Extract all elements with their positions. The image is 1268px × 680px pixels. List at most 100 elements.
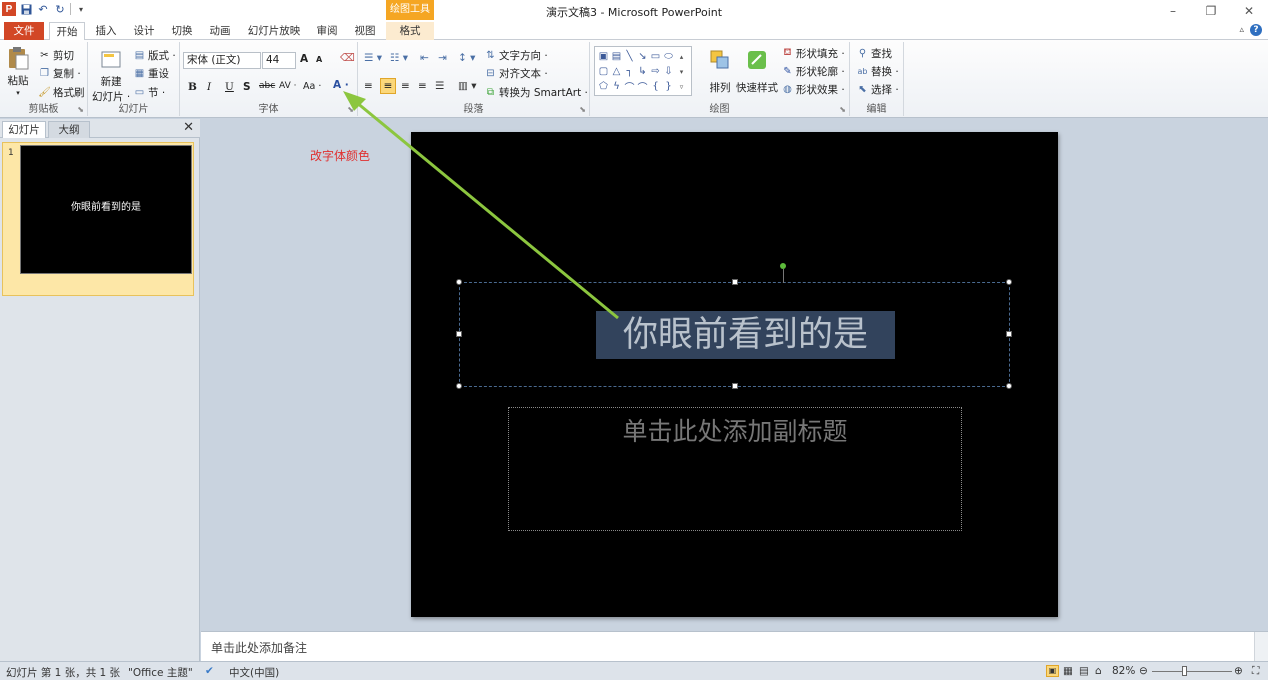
tab-animations[interactable]: 动画 xyxy=(204,22,236,40)
resize-handle-bottom-right[interactable] xyxy=(1006,383,1012,389)
line-spacing-icon[interactable]: ↕ ▾ xyxy=(458,52,475,64)
shapes-gallery[interactable]: ▣ ▤ ╲ ↘ ▭ ⬭ ▴ ▢ △ ┐ ↳ ⇨ ⇩ ▾ ⬠ ϟ ⌒ ⌒ { } … xyxy=(594,46,692,96)
subtitle-placeholder[interactable]: 单击此处添加副标题 xyxy=(508,407,962,531)
tab-format[interactable]: 格式 xyxy=(386,22,434,40)
shape-effects-button[interactable]: ◍ 形状效果 · xyxy=(781,82,845,97)
resize-handle-bottom-left[interactable] xyxy=(456,383,462,389)
align-text-button[interactable]: ⊟ 对齐文本 · xyxy=(484,66,547,81)
increase-indent-icon[interactable]: ⇥ xyxy=(438,52,447,64)
distributed-icon[interactable]: ☰ xyxy=(435,80,444,92)
underline-button[interactable]: U xyxy=(225,81,234,93)
gallery-scroll-up-icon[interactable]: ▴ xyxy=(675,49,688,64)
notes-pane[interactable]: 单击此处添加备注 xyxy=(201,631,1268,662)
tab-review[interactable]: 审阅 xyxy=(311,22,343,40)
find-button[interactable]: ⚲ 查找 xyxy=(856,46,892,61)
character-spacing-button[interactable]: AV · xyxy=(279,81,296,91)
convert-smartart-button[interactable]: ⧉ 转换为 SmartArt · xyxy=(484,85,588,100)
paste-dropdown-icon[interactable]: ▾ xyxy=(16,89,20,97)
slide-thumbnail-selected[interactable]: 1 你眼前看到的是 xyxy=(2,142,194,296)
resize-handle-top[interactable] xyxy=(732,279,738,285)
help-icon[interactable]: ? xyxy=(1250,24,1262,36)
tab-insert[interactable]: 插入 xyxy=(90,22,122,40)
tab-home[interactable]: 开始 xyxy=(49,22,85,41)
notes-scrollbar[interactable] xyxy=(1254,632,1268,662)
align-center-icon[interactable]: ≡ xyxy=(380,78,396,94)
theme-status[interactable]: "Office 主题" xyxy=(128,665,193,680)
gallery-scroll-down-icon[interactable]: ▾ xyxy=(675,64,688,79)
justify-icon[interactable]: ≡ xyxy=(418,80,427,92)
font-color-button[interactable]: A · xyxy=(333,79,349,91)
align-left-icon[interactable]: ≡ xyxy=(364,80,373,92)
arrow-line-shape-icon[interactable]: ↘ xyxy=(636,49,649,64)
tab-view[interactable]: 视图 xyxy=(349,22,381,40)
tab-file[interactable]: 文件 xyxy=(4,22,44,40)
title-placeholder[interactable]: 你眼前看到的是 xyxy=(456,263,1012,389)
slide-sorter-icon[interactable]: ▦ xyxy=(1063,665,1073,677)
minimize-icon[interactable]: – xyxy=(1154,0,1192,22)
select-button[interactable]: ⬉ 选择 · xyxy=(856,82,898,97)
arrange-button[interactable]: 排列 xyxy=(706,46,734,95)
layout-button[interactable]: ▤ 版式 · xyxy=(133,48,176,63)
decrease-indent-icon[interactable]: ⇤ xyxy=(420,52,429,64)
rounded-rect-shape-icon[interactable]: ▢ xyxy=(597,64,610,79)
strikethrough-button[interactable]: abc xyxy=(259,81,275,91)
vertical-textbox-shape-icon[interactable]: ▤ xyxy=(610,49,623,64)
tab-slideshow[interactable]: 幻灯片放映 xyxy=(244,22,304,40)
grow-font-button[interactable]: A xyxy=(300,53,308,65)
bold-button[interactable]: B xyxy=(188,81,197,93)
slide-thumbnail[interactable]: 你眼前看到的是 xyxy=(20,145,192,274)
resize-handle-bottom[interactable] xyxy=(732,383,738,389)
slide-canvas[interactable]: 你眼前看到的是 单击此处添加副标题 xyxy=(411,132,1058,617)
lightning-shape-icon[interactable]: ϟ xyxy=(610,79,623,94)
notes-placeholder[interactable]: 单击此处添加备注 xyxy=(211,639,307,656)
close-pane-icon[interactable]: ✕ xyxy=(183,120,194,135)
left-brace-shape-icon[interactable]: { xyxy=(649,79,662,94)
close-icon[interactable]: ✕ xyxy=(1230,0,1268,22)
numbering-icon[interactable]: ☷ ▾ xyxy=(390,52,408,64)
reset-button[interactable]: ▦ 重设 xyxy=(133,66,169,81)
curve-shape-icon[interactable]: ⌒ xyxy=(623,79,636,94)
rectangle-shape-icon[interactable]: ▭ xyxy=(649,49,662,64)
elbow-arrow-shape-icon[interactable]: ↳ xyxy=(636,64,649,79)
oval-shape-icon[interactable]: ⬭ xyxy=(662,49,675,64)
fit-to-window-icon[interactable]: ⛶ xyxy=(1252,665,1259,678)
zoom-slider[interactable] xyxy=(1152,671,1232,672)
quick-styles-button[interactable]: 快速样式 xyxy=(736,46,778,95)
shrink-font-button[interactable]: A xyxy=(316,55,322,64)
tab-slides[interactable]: 幻灯片 xyxy=(2,121,46,138)
line-shape-icon[interactable]: ╲ xyxy=(623,49,636,64)
reading-view-icon[interactable]: ▤ xyxy=(1079,665,1089,677)
replace-button[interactable]: ab 替换 · xyxy=(856,64,899,79)
clear-formatting-icon[interactable]: ⌫ xyxy=(340,52,355,64)
pentagon-shape-icon[interactable]: ⬠ xyxy=(597,79,610,94)
italic-button[interactable]: I xyxy=(207,81,211,93)
textbox-shape-icon[interactable]: ▣ xyxy=(597,49,610,64)
shadow-button[interactable]: S xyxy=(243,81,251,93)
paste-button[interactable]: 粘贴 ▾ xyxy=(4,44,32,97)
normal-view-icon[interactable]: ▣ xyxy=(1046,665,1059,677)
slideshow-view-icon[interactable]: ⌂ xyxy=(1095,665,1102,677)
elbow-connector-shape-icon[interactable]: ┐ xyxy=(623,64,636,79)
rotation-handle[interactable] xyxy=(780,263,786,269)
section-button[interactable]: ▭ 节 · xyxy=(133,85,165,100)
restore-icon[interactable]: ❐ xyxy=(1192,0,1230,22)
right-arrow-shape-icon[interactable]: ⇨ xyxy=(649,64,662,79)
format-painter-button[interactable]: 🖌 格式刷 xyxy=(38,85,84,100)
tab-transitions[interactable]: 切换 xyxy=(166,22,198,40)
resize-handle-left[interactable] xyxy=(456,331,462,337)
shape-outline-button[interactable]: ✎ 形状轮廓 · xyxy=(781,64,844,79)
bullets-icon[interactable]: ☰ ▾ xyxy=(364,52,382,64)
resize-handle-top-right[interactable] xyxy=(1006,279,1012,285)
new-slide-button[interactable]: 新建 幻灯片 · xyxy=(92,46,130,104)
font-size-combobox[interactable]: 44 xyxy=(262,52,296,69)
zoom-in-icon[interactable]: ⊕ xyxy=(1234,665,1243,677)
down-arrow-shape-icon[interactable]: ⇩ xyxy=(662,64,675,79)
cut-button[interactable]: ✂ 剪切 xyxy=(38,48,74,63)
arc-shape-icon[interactable]: ⌒ xyxy=(636,79,649,94)
shape-fill-button[interactable]: ⛾ 形状填充 · xyxy=(781,46,844,61)
slide-title-text[interactable]: 你眼前看到的是 xyxy=(596,311,895,359)
zoom-slider-thumb[interactable] xyxy=(1182,666,1187,676)
font-launcher-icon[interactable]: ⬊ xyxy=(347,105,354,114)
change-case-button[interactable]: Aa · xyxy=(303,81,321,92)
resize-handle-right[interactable] xyxy=(1006,331,1012,337)
